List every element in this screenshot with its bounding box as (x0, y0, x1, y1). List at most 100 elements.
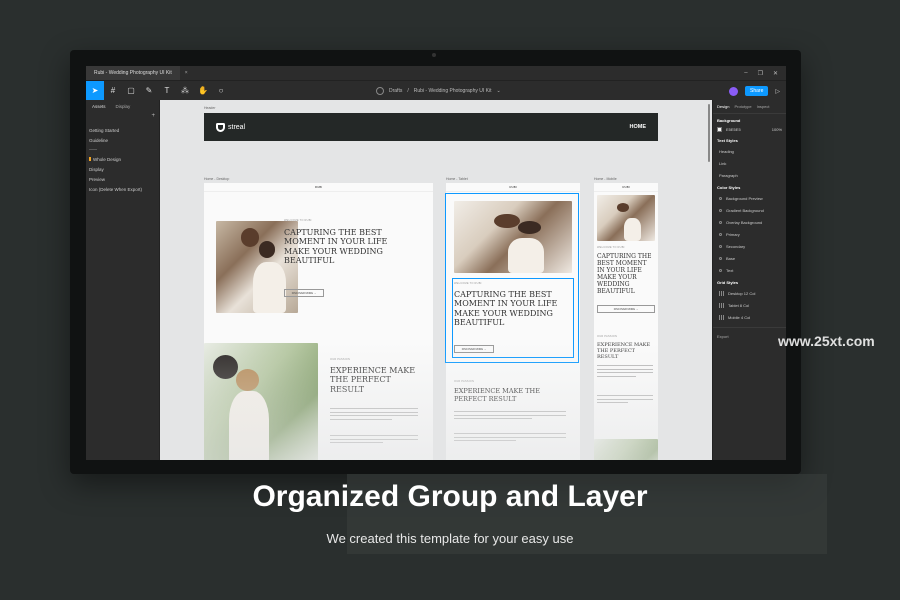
text-tool-icon[interactable]: T (158, 81, 176, 101)
page-item[interactable]: Display (86, 164, 159, 174)
mini-logo: RUBI (509, 185, 517, 189)
page-item[interactable]: Preview (86, 174, 159, 184)
close-window-icon[interactable]: ✕ (773, 70, 778, 77)
style-label: Primary (726, 231, 740, 237)
color-swatch-icon (719, 268, 722, 272)
frame-label-mobile[interactable]: Home - Mobile (594, 177, 617, 181)
page-label: Icon (Delete When Export) (89, 186, 143, 192)
background-swatch[interactable] (717, 127, 722, 132)
export-section[interactable]: Export (713, 327, 786, 345)
text-style-item[interactable]: Heading (713, 145, 786, 157)
properties-panel: Design Prototype Inspect Background E5E5… (712, 100, 786, 460)
page-item[interactable]: Whole Design (86, 154, 159, 164)
tab-assets[interactable]: Assets (92, 104, 106, 109)
frame-label-desktop[interactable]: Home - Desktop (204, 177, 229, 181)
experience-headline: EXPERIENCE MAKE THE PERFECT RESULT (330, 366, 416, 394)
grid-style-item[interactable]: Mobile 4 Col (713, 311, 786, 323)
design-canvas[interactable]: Header streal HOME Home - Desktop Home -… (160, 100, 712, 460)
home-link[interactable]: HOME (630, 124, 647, 130)
user-avatar[interactable] (729, 86, 739, 96)
color-swatch-icon (719, 208, 722, 212)
tab-display[interactable]: Display (116, 104, 131, 109)
discover-more-button[interactable]: DISCOVER MORE → (284, 289, 324, 297)
grid-icon (719, 314, 724, 320)
experience-paragraph (330, 435, 418, 446)
color-style-item[interactable]: Overlay Background (713, 216, 786, 228)
background-hex[interactable]: E5E5E5 (726, 127, 741, 132)
page-label: Whole Design (93, 156, 122, 162)
color-style-item[interactable]: Base (713, 252, 786, 264)
frame-tool-icon[interactable]: # (104, 81, 122, 101)
canvas-scrollbar[interactable] (708, 104, 710, 162)
text-style-item[interactable]: Link (713, 157, 786, 169)
desktop-frame[interactable]: RUBI WELCOME TO RUBI CAPTURING THE BEST … (204, 183, 433, 460)
mobile-paragraph (597, 365, 653, 379)
layers-panel: Assets Display + Getting Started Guideli… (86, 100, 160, 460)
tab-inspect[interactable]: Inspect (757, 104, 770, 109)
style-label: Heading (719, 148, 734, 154)
page-label: Getting Started (89, 127, 120, 133)
share-button[interactable]: Share (745, 86, 769, 96)
page-item[interactable]: Getting Started (86, 125, 159, 135)
color-style-item[interactable]: Gradient Background (713, 204, 786, 216)
page-divider (89, 149, 97, 150)
tab-prototype[interactable]: Prototype (734, 104, 751, 109)
pen-tool-icon[interactable]: ✎ (140, 81, 158, 101)
title-bar: Rubi - Wedding Photography UI Kit × – ❐ … (86, 66, 786, 80)
color-style-item[interactable]: Text (713, 264, 786, 276)
header-frame[interactable]: streal HOME (204, 113, 658, 141)
mini-nav: RUBI (446, 183, 580, 192)
mobile-paragraph (597, 395, 653, 406)
tablet-paragraph (454, 411, 566, 422)
text-style-item[interactable]: Paragraph (713, 169, 786, 181)
frame-label-tablet[interactable]: Home - Tablet (446, 177, 468, 181)
minimize-icon[interactable]: – (744, 70, 747, 77)
frame-label-header[interactable]: Header (204, 106, 215, 110)
style-label: Gradient Background (726, 207, 764, 213)
color-swatch-icon (719, 256, 722, 260)
mini-logo: RUBI (622, 185, 630, 189)
background-opacity[interactable]: 100% (772, 127, 782, 132)
right-panel-tabs: Design Prototype Inspect (713, 100, 786, 114)
photo-figure (258, 241, 276, 258)
toolbar: ➤ # ▢ ✎ T ⁂ ✋ ○ Drafts / Rubi - Wedding … (86, 80, 786, 101)
grid-style-item[interactable]: Tablet 8 Col (713, 299, 786, 311)
hand-tool-icon[interactable]: ✋ (194, 81, 212, 101)
maximize-icon[interactable]: ❐ (758, 70, 763, 77)
grid-styles-title: Grid Styles (717, 280, 739, 285)
breadcrumb: Drafts / Rubi - Wedding Photography UI K… (376, 81, 501, 101)
breadcrumb-location[interactable]: Drafts (389, 88, 402, 94)
grid-style-item[interactable]: Desktop 12 Col (713, 287, 786, 299)
close-tab-icon[interactable]: × (180, 70, 193, 76)
hero-headline: CAPTURING THE BEST MOMENT IN YOUR LIFE M… (284, 228, 388, 266)
color-style-item[interactable]: Background Preview (713, 192, 786, 204)
style-label: Link (719, 160, 727, 166)
color-style-item[interactable]: Secondary (713, 240, 786, 252)
add-page-icon[interactable]: + (151, 113, 155, 119)
mobile-experience-headline: EXPERIENCE MAKE THE PERFECT RESULT (597, 342, 651, 360)
comment-tool-icon[interactable]: ○ (212, 81, 230, 101)
resources-tool-icon[interactable]: ⁂ (176, 81, 194, 101)
tablet-experience-headline: EXPERIENCE MAKE THE PERFECT RESULT (454, 387, 540, 403)
mobile-hero-eyebrow: WELCOME TO RUBI (597, 246, 625, 249)
move-tool-icon[interactable]: ➤ (86, 80, 104, 101)
tablet-frame[interactable]: RUBI WELCOME TO RUBI CAPTURING THE BEST … (445, 183, 580, 460)
color-style-item[interactable]: Primary (713, 228, 786, 240)
tablet-experience-eyebrow: OUR PASSION (454, 380, 475, 383)
present-play-icon[interactable]: ▷ (775, 88, 780, 95)
mobile-discover-button[interactable]: DISCOVER MORE → (597, 305, 655, 313)
chevron-down-icon[interactable]: ⌄ (496, 88, 500, 94)
breadcrumb-file[interactable]: Rubi - Wedding Photography UI Kit (414, 88, 492, 94)
photo-dress (252, 262, 286, 313)
page-item[interactable]: Icon (Delete When Export) (86, 184, 159, 194)
mobile-frame[interactable]: RUBI WELCOME TO RUBI CAPTURING THE BEST … (594, 183, 658, 460)
tablet-discover-button[interactable]: DISCOVER MORE → (454, 345, 494, 353)
page-item[interactable]: Guideline (86, 135, 159, 145)
shape-tool-icon[interactable]: ▢ (122, 81, 140, 101)
background-fill-row[interactable]: E5E5E5 100% (713, 125, 786, 134)
tab-design[interactable]: Design (717, 104, 729, 109)
file-tab[interactable]: Rubi - Wedding Photography UI Kit (86, 66, 180, 80)
mobile-hero-headline: CAPTURING THE BEST MOMENT IN YOUR LIFE M… (597, 253, 652, 296)
mini-nav: RUBI (594, 183, 658, 192)
mini-nav: RUBI (204, 183, 433, 192)
